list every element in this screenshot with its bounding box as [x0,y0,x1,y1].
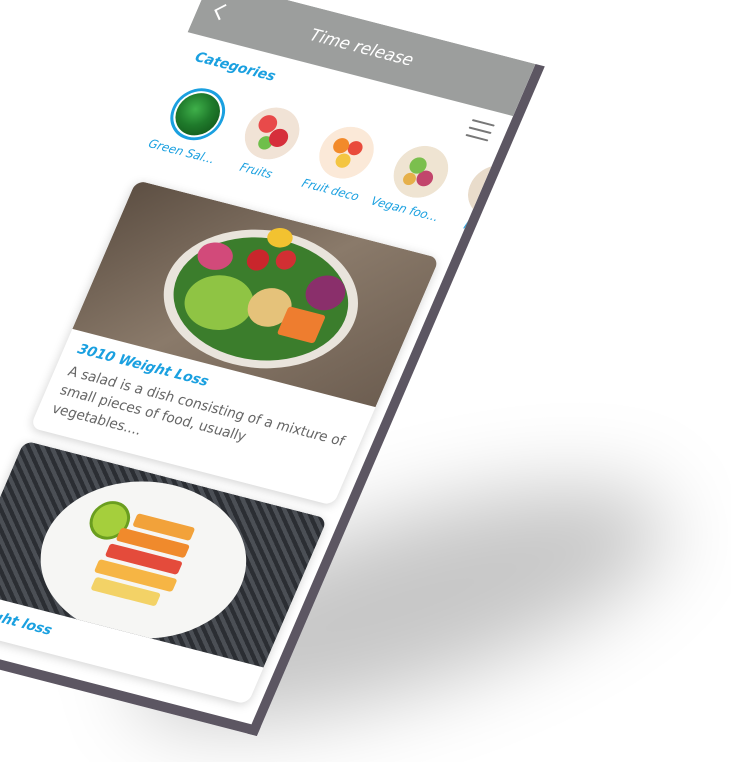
fruit-deco-image [310,121,383,185]
menu-line [468,126,492,135]
category-label: Fruits [237,160,275,182]
chevron-left-icon [214,4,227,21]
category-label: Vegan foo... [368,193,442,225]
mushroom-image [459,159,496,223]
hamburger-menu-icon[interactable] [465,119,495,142]
screenshot-stage: Time release Categories Green Sal... Fru… [0,0,731,762]
phone-screen: Time release Categories Green Sal... Fru… [0,0,545,736]
menu-line [471,119,495,127]
category-thumbnail [459,159,496,223]
category-thumbnail [161,82,234,146]
device-wrapper: Time release Categories Green Sal... Fru… [0,0,731,762]
vegan-food-image [385,140,457,204]
green-salad-image [168,88,227,140]
category-thumbnail [310,121,383,185]
category-label: Green Sal... [146,136,218,167]
category-label: Fruit deco [299,176,362,204]
category-thumbnail [236,101,309,166]
menu-line [465,133,489,142]
fruits-image [236,101,309,166]
categories-heading: Categories [192,49,278,85]
category-thumbnail [385,140,457,204]
category-label: Mush [461,217,496,239]
